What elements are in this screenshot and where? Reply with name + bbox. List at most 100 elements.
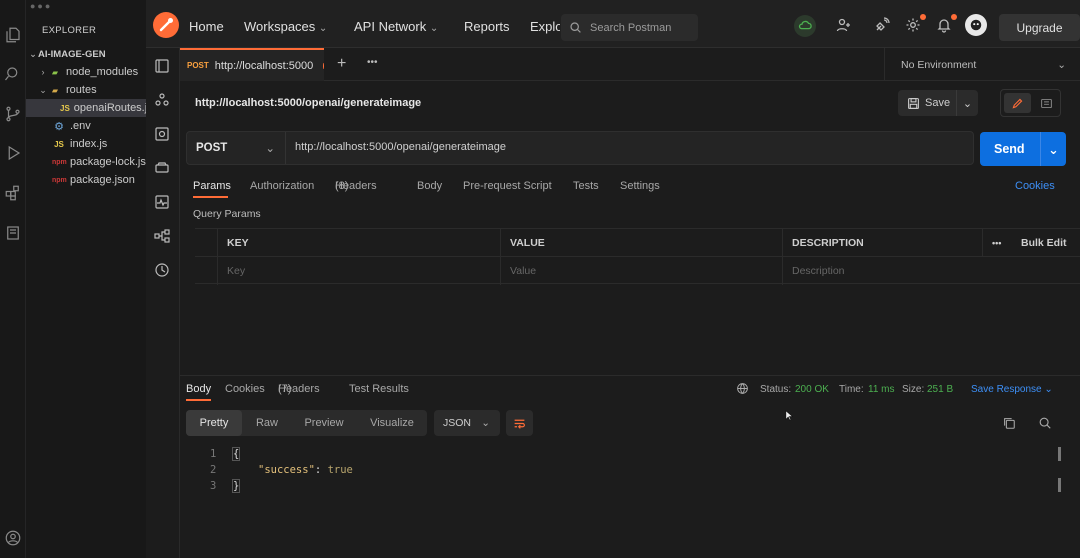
save-response-button[interactable]: Save Response ⌄ [971,384,1053,395]
avatar[interactable] [965,14,987,36]
status-value[interactable]: 200 OK [795,384,829,395]
tree-item-index-js[interactable]: JS index.js [26,135,146,153]
search-icon[interactable] [0,61,26,87]
url-bar: POST ⌄ http://localhost:5000/openai/gene… [186,131,974,165]
satellite-icon[interactable] [874,17,892,35]
project-root[interactable]: ⌄ AI-IMAGE-GEN [26,45,146,63]
new-tab-plus-icon[interactable]: + [337,55,346,73]
method-label: POST [196,142,228,154]
wrap-lines-icon[interactable] [506,410,533,436]
copy-icon[interactable] [1002,416,1016,433]
nav-api-network[interactable]: API Network ⌄ [354,19,438,34]
response-tab-cookies[interactable]: Cookies [225,383,265,395]
upgrade-button[interactable]: Upgrade [999,14,1080,41]
nav-explore[interactable]: Explo [530,19,560,34]
settings-gear-icon[interactable] [905,14,926,35]
bulk-edit-button[interactable]: Bulk Edit [1012,229,1080,257]
tree-item-openai-routes[interactable]: JS openaiRoutes.js [26,99,146,117]
scrollbar-marker[interactable] [1058,478,1061,492]
vscode-activity-bar [0,0,26,558]
json-key: "success" [258,464,315,476]
size-value[interactable]: 251 B [927,384,953,395]
vscode-explorer: ●●● EXPLORER ⌄ AI-IMAGE-GEN › ▰ node_mod… [26,0,146,558]
response-divider[interactable] [180,375,1080,376]
documentation-icon[interactable] [1034,93,1058,113]
view-raw[interactable]: Raw [244,410,290,436]
nav-home[interactable]: Home [189,19,224,34]
request-title[interactable]: http://localhost:5000/openai/generateima… [195,97,421,109]
tab-tests[interactable]: Tests [573,180,599,192]
bell-icon[interactable] [936,14,957,35]
view-visualize[interactable]: Visualize [358,410,426,436]
tree-item-label: routes [66,84,97,96]
remote-explorer-icon[interactable] [0,220,26,246]
chevron-down-icon: ⌄ [39,84,47,95]
edit-pencil-icon[interactable] [1004,93,1031,113]
tree-item-package-lock[interactable]: npm package-lock.json [26,153,146,171]
response-tab-body[interactable]: Body [186,383,211,395]
invite-user-icon[interactable] [836,17,854,35]
sync-cloud-icon[interactable] [794,15,816,37]
line-number: 1 [210,448,217,460]
tab-settings[interactable]: Settings [620,180,660,192]
url-input[interactable]: http://localhost:5000/openai/generateima… [295,141,506,153]
search-input[interactable]: Search Postman [561,14,698,41]
mock-servers-icon[interactable] [154,160,172,178]
environment-selector[interactable]: No Environment ⌄ [884,48,1080,81]
column-header-value: VALUE [500,229,782,257]
account-icon[interactable] [0,525,26,551]
history-icon[interactable] [154,262,172,280]
tree-item-package-json[interactable]: npm package.json [26,171,146,189]
chevron-down-icon[interactable]: ⌄ [956,90,978,116]
send-button[interactable]: Send ⌄ [980,132,1066,166]
value-input[interactable]: Value [500,257,782,285]
window-controls-icon: ●●● [30,1,53,11]
cookies-link[interactable]: Cookies [1015,180,1055,192]
chevron-down-icon: ⌄ [29,48,37,59]
chevron-down-icon: ⌄ [265,143,275,155]
tree-item-routes[interactable]: ⌄ ▰ routes [26,81,146,99]
nav-reports[interactable]: Reports [464,19,510,34]
extensions-icon[interactable] [0,180,26,206]
postman-logo-icon[interactable] [153,12,179,38]
flows-icon[interactable] [154,228,172,246]
response-tab-test-results[interactable]: Test Results [349,383,409,395]
chevron-down-icon: ⌄ [1057,58,1066,71]
method-select[interactable]: POST ⌄ [187,132,286,164]
save-button[interactable]: Save ⌄ [898,90,978,116]
search-icon[interactable] [1038,416,1052,433]
scrollbar-marker[interactable] [1058,447,1061,461]
nav-workspaces[interactable]: Workspaces ⌄ [244,19,327,34]
chevron-down-icon[interactable]: ⌄ [1040,132,1066,166]
more-options-icon[interactable]: ••• [982,229,1012,257]
tab-prerequest-script[interactable]: Pre-request Script [463,180,552,192]
description-input[interactable]: Description [782,257,1080,285]
collections-icon[interactable] [154,58,172,76]
js-file-icon: JS [54,139,64,149]
tab-authorization[interactable]: Authorization [250,180,314,192]
files-icon[interactable] [0,22,26,48]
chevron-down-icon: ⌄ [318,23,328,34]
chevron-down-icon: ⌄ [1044,384,1053,395]
apis-icon[interactable] [154,92,172,110]
json-open-brace: { [231,447,241,461]
monitors-icon[interactable] [154,194,172,212]
run-debug-icon[interactable] [0,140,26,166]
request-tab[interactable]: POST http://localhost:5000 [180,48,324,81]
environments-icon[interactable] [154,126,172,144]
npm-icon: npm [52,176,67,184]
globe-icon[interactable] [736,382,750,396]
query-params-label: Query Params [193,208,261,220]
source-control-icon[interactable] [0,101,26,127]
time-value[interactable]: 11 ms [868,384,895,395]
unsaved-dot [323,62,324,69]
tab-body[interactable]: Body [417,180,442,192]
tree-item-node-modules[interactable]: › ▰ node_modules [26,63,146,81]
view-pretty[interactable]: Pretty [186,410,242,436]
tree-item-env[interactable]: ⚙ .env [26,117,146,135]
key-input[interactable]: Key [217,257,500,285]
view-preview[interactable]: Preview [294,410,354,436]
more-tabs-icon[interactable]: ••• [367,57,378,68]
tab-params[interactable]: Params [193,180,231,192]
format-select[interactable]: JSON ⌄ [434,410,500,436]
